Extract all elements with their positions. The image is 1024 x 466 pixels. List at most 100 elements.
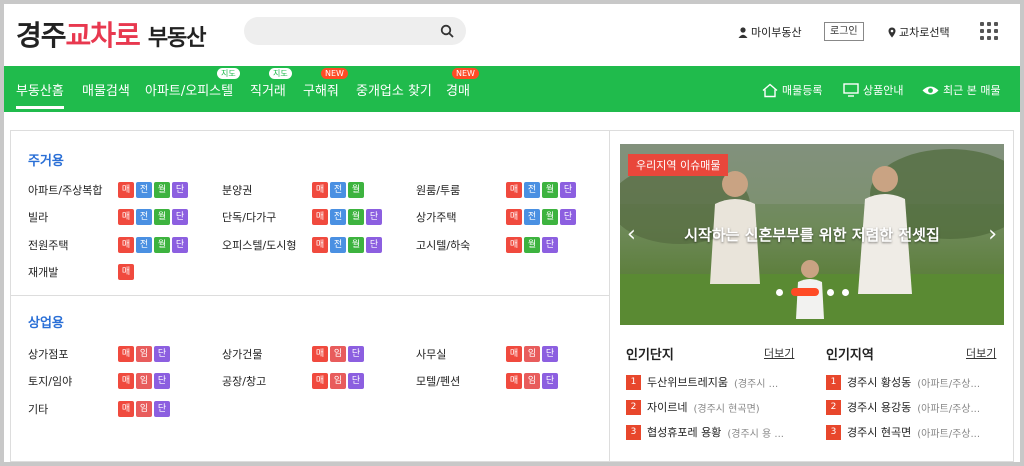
deal-type-tag[interactable]: 단 [172,236,188,253]
deal-type-tag[interactable]: 매 [118,345,134,362]
search-input[interactable] [244,17,466,45]
deal-type-tag[interactable]: 매 [312,373,328,389]
deal-type-tag[interactable]: 매 [312,209,328,225]
deal-type-tag[interactable]: 매 [506,181,522,198]
deal-type-tag[interactable]: 월 [348,236,364,253]
popular-region-item[interactable]: 3 경주시 현곡면 (아파트/주상... [826,424,980,440]
deal-type-tag[interactable]: 단 [366,236,382,253]
commercial-item[interactable]: 토지/임야 매 임 단 [28,373,170,390]
login-button[interactable]: 로그인 [824,22,864,41]
chevron-left-icon[interactable]: ‹ [627,222,636,247]
deal-type-tag[interactable]: 매 [312,181,328,198]
popular-complex-item[interactable]: 3 협성휴포레 용황 (경주시 용 ... [626,424,784,440]
deal-type-tag[interactable]: 전 [136,209,152,225]
nav-item-direct-deal[interactable]: 직거래 [250,80,286,99]
commercial-item[interactable]: 기타 매 임 단 [28,400,170,417]
issue-banner[interactable]: 우리지역 이슈매물 시작하는 신혼부부를 위한 저렴한 전셋집 ‹ › [620,144,1004,325]
deal-type-tag[interactable]: 단 [542,345,558,362]
deal-type-tag[interactable]: 매 [118,236,134,253]
nav-item-find-for-me[interactable]: 구해줘 [303,80,339,99]
region-select-link[interactable]: 교차로선택 [888,24,950,40]
deal-type-tag[interactable]: 단 [560,181,576,198]
residential-item[interactable]: 단독/다가구 매 전 월 단 [222,209,382,226]
deal-type-tag[interactable]: 매 [506,345,522,362]
recent-viewed-link[interactable]: 최근 본 매물 [922,82,1001,98]
register-listing-link[interactable]: 매물등록 [762,82,822,98]
deal-type-tag[interactable]: 전 [136,236,152,253]
nav-item-find-agency[interactable]: 중개업소 찾기 [356,80,432,99]
deal-type-tag[interactable]: 월 [348,209,364,225]
deal-type-tag[interactable]: 임 [330,345,346,362]
my-realestate-link[interactable]: 마이부동산 [738,24,802,40]
deal-type-tag[interactable]: 월 [348,181,364,198]
commercial-item[interactable]: 사무실 매 임 단 [416,345,558,362]
deal-type-tag[interactable]: 임 [136,345,152,362]
site-logo[interactable]: 경주교차로 부동산 [16,14,207,54]
deal-type-tag[interactable]: 임 [524,373,540,389]
grid-menu-icon[interactable] [980,22,998,40]
residential-item[interactable]: 원룸/투룸 매 전 월 단 [416,181,576,198]
chevron-right-icon[interactable]: › [988,222,997,247]
deal-type-tag[interactable]: 매 [118,400,134,417]
popular-region-item[interactable]: 2 경주시 용강동 (아파트/주상... [826,399,980,415]
residential-item[interactable]: 아파트/주상복합 매 전 월 단 [28,181,188,198]
deal-type-tag[interactable]: 매 [312,236,328,253]
carousel-dot[interactable] [776,288,783,296]
popular-region-item[interactable]: 1 경주시 황성동 (아파트/주상... [826,374,980,390]
nav-item-apartment[interactable]: 아파트/오피스텔 [145,80,233,99]
commercial-item[interactable]: 상가점포 매 임 단 [28,345,170,362]
deal-type-tag[interactable]: 전 [524,209,540,225]
deal-type-tag[interactable]: 매 [118,209,134,225]
deal-type-tag[interactable]: 전 [330,236,346,253]
nav-item-auction[interactable]: 경매 [446,80,470,99]
commercial-item[interactable]: 공장/창고 매 임 단 [222,373,364,390]
residential-item[interactable]: 오피스텔/도시형 매 전 월 단 [222,236,382,253]
search-icon[interactable] [440,24,454,38]
residential-item[interactable]: 상가주택 매 전 월 단 [416,209,576,226]
nav-item-search[interactable]: 매물검색 [82,80,130,99]
deal-type-tag[interactable]: 임 [330,373,346,389]
deal-type-tag[interactable]: 매 [312,345,328,362]
popular-complex-item[interactable]: 2 자이르네 (경주시 현곡면) [626,399,760,415]
residential-item[interactable]: 빌라 매 전 월 단 [28,209,188,226]
deal-type-tag[interactable]: 단 [172,209,188,225]
commercial-item[interactable]: 모텔/펜션 매 임 단 [416,373,558,390]
deal-type-tag[interactable]: 매 [118,373,134,389]
deal-type-tag[interactable]: 단 [366,209,382,225]
deal-type-tag[interactable]: 매 [506,373,522,389]
deal-type-tag[interactable]: 임 [136,400,152,417]
deal-type-tag[interactable]: 임 [136,373,152,389]
carousel-dot-active[interactable] [791,288,819,296]
residential-item[interactable]: 분양권 매 전 월 [222,181,364,198]
residential-item[interactable]: 전원주택 매 전 월 단 [28,236,188,253]
deal-type-tag[interactable]: 월 [154,209,170,225]
deal-type-tag[interactable]: 임 [524,345,540,362]
commercial-item[interactable]: 상가건물 매 임 단 [222,345,364,362]
deal-type-tag[interactable]: 단 [560,209,576,225]
deal-type-tag[interactable]: 월 [542,209,558,225]
deal-type-tag[interactable]: 단 [172,181,188,198]
deal-type-tag[interactable]: 월 [154,181,170,198]
deal-type-tag[interactable]: 단 [348,373,364,389]
residential-item[interactable]: 고시텔/하숙 매 월 단 [416,236,558,253]
carousel-dot[interactable] [842,288,849,296]
deal-type-tag[interactable]: 매 [506,236,522,253]
nav-item-home[interactable]: 부동산홈 [16,80,64,109]
deal-type-tag[interactable]: 전 [136,181,152,198]
deal-type-tag[interactable]: 매 [118,264,134,280]
carousel-dot[interactable] [827,288,834,296]
deal-type-tag[interactable]: 월 [154,236,170,253]
product-info-link[interactable]: 상품안내 [843,82,903,98]
deal-type-tag[interactable]: 단 [154,400,170,417]
deal-type-tag[interactable]: 단 [348,345,364,362]
residential-item[interactable]: 재개발 매 [28,264,134,281]
deal-type-tag[interactable]: 매 [118,181,134,198]
deal-type-tag[interactable]: 전 [330,181,346,198]
deal-type-tag[interactable]: 단 [542,373,558,389]
popular-complex-more-link[interactable]: 더보기 [764,345,794,361]
deal-type-tag[interactable]: 단 [542,236,558,253]
deal-type-tag[interactable]: 월 [542,181,558,198]
popular-complex-item[interactable]: 1 두산위브트레지움 (경주시 ... [626,374,778,390]
deal-type-tag[interactable]: 단 [154,373,170,389]
deal-type-tag[interactable]: 전 [330,209,346,225]
